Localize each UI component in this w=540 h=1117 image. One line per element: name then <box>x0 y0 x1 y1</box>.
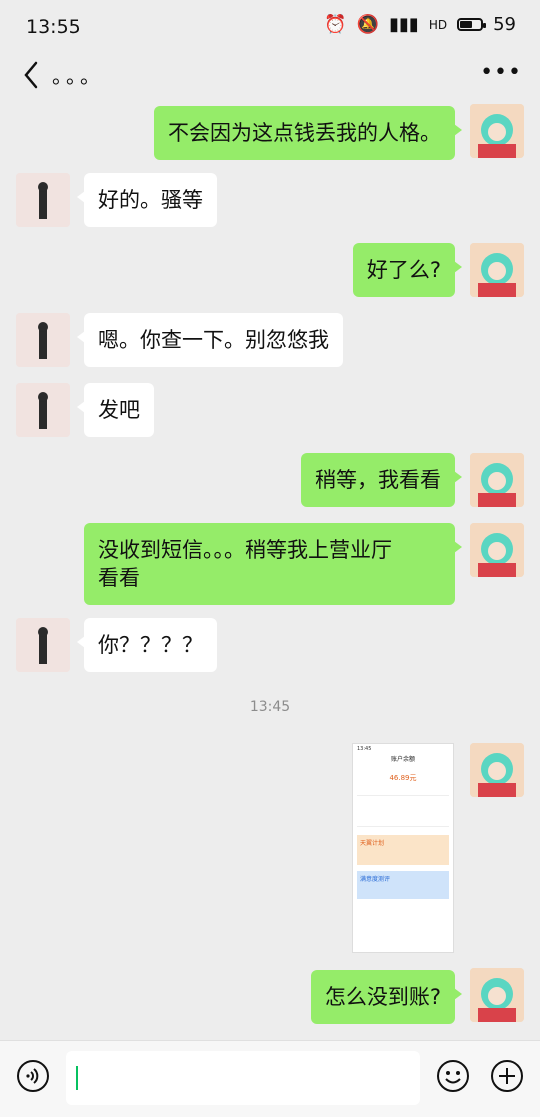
message-bubble[interactable]: 没收到短信。。。稍等我上营业厅 看看 <box>84 523 462 605</box>
message-bubble[interactable]: 怎么没到账? <box>310 970 463 1024</box>
battery-fill <box>460 21 472 28</box>
avatar-image <box>470 968 524 1022</box>
message-bubble[interactable]: 发吧 <box>77 383 154 437</box>
status-icons: ⏰ 🔕 ▮▮▮ HD 59 <box>324 14 516 35</box>
hd-icon: HD <box>428 17 448 32</box>
self-avatar[interactable] <box>470 523 524 577</box>
battery-percent: 59 <box>493 14 516 35</box>
add-icon[interactable] <box>490 1059 524 1093</box>
message-bubble[interactable]: 嗯。你查一下。别忽悠我 <box>77 313 343 367</box>
contact-avatar[interactable] <box>16 313 70 367</box>
self-avatar[interactable] <box>470 743 524 797</box>
chat-timestamp: 13:45 <box>249 699 291 715</box>
emoji-icon[interactable] <box>436 1059 470 1093</box>
screenshot-time: 13:45 <box>357 746 372 752</box>
status-bar: 13:55 ⏰ 🔕 ▮▮▮ HD 59 <box>0 0 540 52</box>
back-icon[interactable] <box>16 58 50 92</box>
self-avatar[interactable] <box>470 243 524 297</box>
message-bubble[interactable]: 你？？？？ <box>77 618 217 672</box>
mute-icon: 🔕 <box>356 14 380 35</box>
screenshot-list <box>357 795 449 827</box>
message-input[interactable] <box>66 1051 420 1105</box>
avatar-image <box>16 173 70 227</box>
avatar-image <box>470 743 524 797</box>
nav-bar: 。。。 ••• <box>0 52 540 98</box>
status-time: 13:55 <box>26 16 81 38</box>
self-avatar[interactable] <box>470 968 524 1022</box>
screenshot-amount: 46.89元 <box>389 774 417 782</box>
self-avatar[interactable] <box>470 453 524 507</box>
chat-title: 。。。 <box>52 64 104 88</box>
contact-avatar[interactable] <box>16 173 70 227</box>
avatar-image <box>470 104 524 158</box>
message-bubble[interactable]: 好了么? <box>352 243 463 297</box>
alarm-icon: ⏰ <box>324 14 347 35</box>
avatar-image <box>16 383 70 437</box>
avatar-image <box>470 243 524 297</box>
voice-input-icon[interactable] <box>16 1059 50 1093</box>
more-icon[interactable]: ••• <box>480 60 522 85</box>
screenshot-title: 账户余额 <box>390 756 415 763</box>
image-message[interactable]: 13:45 账户余额 46.89元 天翼计划 满意度测评 <box>352 743 454 953</box>
screenshot-banner: 天翼计划 <box>357 835 449 865</box>
text-cursor <box>76 1066 78 1090</box>
input-bar <box>0 1040 540 1117</box>
screenshot-banner: 满意度测评 <box>357 871 449 899</box>
message-line: 没收到短信。。。稍等我上营业厅 <box>98 538 392 562</box>
contact-avatar[interactable] <box>16 618 70 672</box>
avatar-image <box>16 618 70 672</box>
battery-icon <box>457 18 487 31</box>
avatar-image <box>470 453 524 507</box>
message-line: 看看 <box>98 566 140 590</box>
signal-icon: ▮▮▮ <box>389 14 419 35</box>
avatar-image <box>16 313 70 367</box>
self-avatar[interactable] <box>470 104 524 158</box>
message-bubble[interactable]: 不会因为这点钱丢我的人格。 <box>154 106 462 160</box>
message-bubble[interactable]: 稍等，我看看 <box>301 453 462 507</box>
avatar-image <box>470 523 524 577</box>
message-bubble[interactable]: 好的。骚等 <box>77 173 217 227</box>
contact-avatar[interactable] <box>16 383 70 437</box>
